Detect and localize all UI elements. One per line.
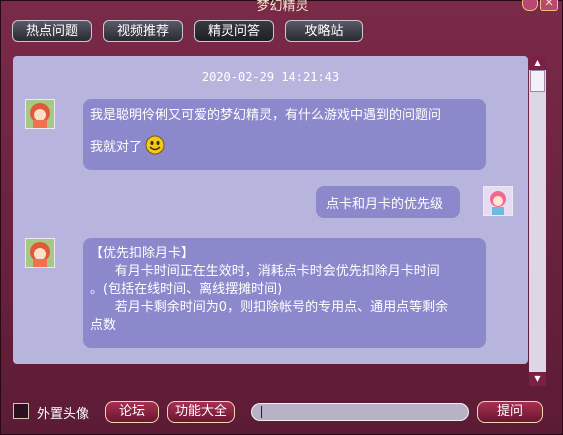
scroll-up-icon[interactable]: ▲	[529, 56, 546, 70]
answer-line: 有月卡时间正在生效时，消耗点卡时会优先扣除月卡时间	[90, 264, 440, 279]
question-input[interactable]	[251, 403, 469, 421]
close-button[interactable]: ✕	[540, 0, 558, 11]
bot-message-line: 我是聪明伶俐又可爱的梦幻精灵，有什么游戏中遇到的问题问	[90, 108, 442, 123]
ask-button[interactable]: 提问	[477, 401, 543, 423]
text-caret	[261, 406, 262, 418]
chat-timestamp: 2020-02-29 14:21:43	[201, 70, 340, 84]
tab-video-recommend[interactable]: 视频推荐	[103, 20, 183, 42]
bottom-toolbar: 外置头像 论坛 功能大全 提问	[1, 399, 563, 427]
external-avatar-label: 外置头像	[37, 407, 90, 422]
chat-scrollbar[interactable]: ▲ ▼	[529, 56, 546, 386]
external-avatar-checkbox[interactable]	[13, 403, 29, 419]
bot-message-line: 我就对了	[90, 140, 143, 155]
chat-panel[interactable]: 2020-02-29 14:21:43 我是聪明伶俐又可爱的梦幻精灵，有什么游戏…	[13, 56, 528, 364]
sprite-avatar-icon	[25, 99, 55, 129]
scroll-thumb[interactable]	[530, 70, 545, 92]
forum-button[interactable]: 论坛	[105, 401, 159, 423]
sprite-avatar-icon	[25, 238, 55, 268]
smiley-icon	[144, 135, 166, 161]
window-title: 梦幻精灵	[256, 0, 309, 14]
tab-guide-site[interactable]: 攻略站	[285, 20, 363, 42]
answer-line: 若月卡剩余时间为0，则扣除帐号的专用点、通用点等剩余	[90, 300, 449, 315]
answer-line: 【优先扣除月卡】	[90, 246, 195, 261]
scroll-down-icon[interactable]: ▼	[529, 372, 546, 386]
answer-line: 。(包括在线时间、离线摆摊时间)	[90, 282, 283, 297]
user-avatar-icon	[483, 186, 513, 216]
answer-line: 点数	[90, 318, 117, 333]
tab-sprite-qa[interactable]: 精灵问答	[194, 20, 274, 42]
features-button[interactable]: 功能大全	[167, 401, 235, 423]
window-frame: 梦幻精灵 ✕ 热点问题 视频推荐 精灵问答 攻略站 2020-02-29 14:…	[0, 0, 563, 435]
title-bar: 梦幻精灵 ✕	[1, 0, 563, 14]
tab-hot-questions[interactable]: 热点问题	[12, 20, 92, 42]
user-message-bubble: 点卡和月卡的优先级	[316, 186, 460, 218]
bot-message-bubble: 我是聪明伶俐又可爱的梦幻精灵，有什么游戏中遇到的问题问 我就对了	[83, 99, 486, 170]
bot-answer-bubble: 【优先扣除月卡】 有月卡时间正在生效时，消耗点卡时会优先扣除月卡时间 。(包括在…	[83, 238, 486, 348]
